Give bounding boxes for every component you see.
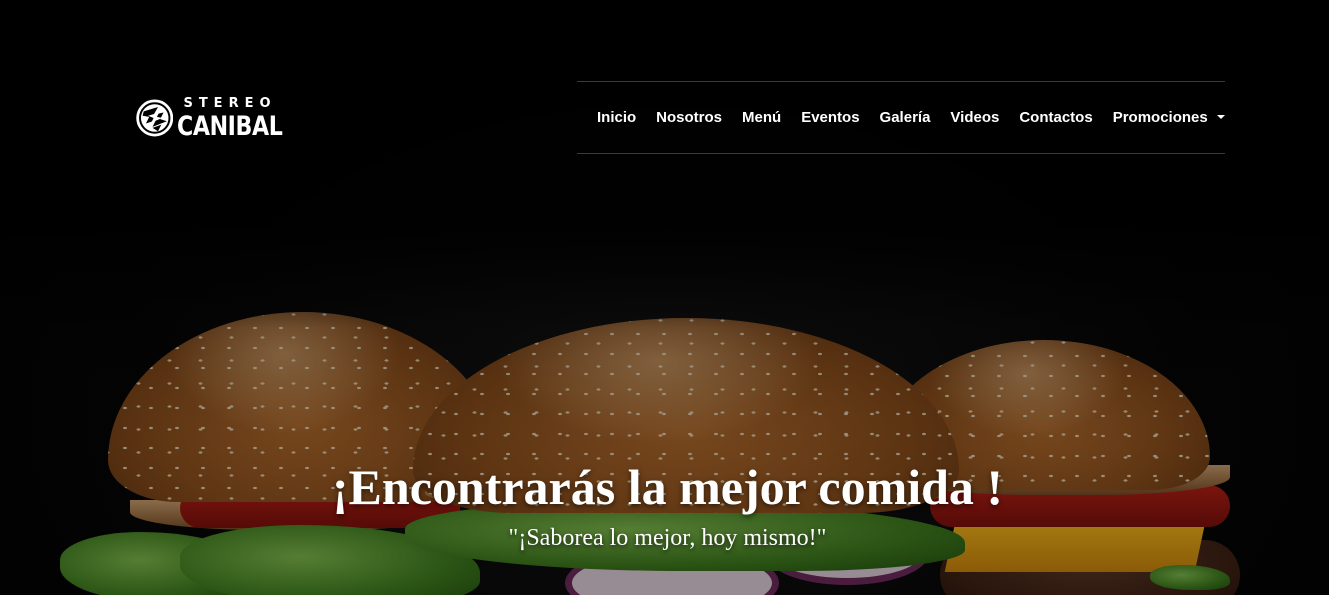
main-nav: Inicio Nosotros Menú Eventos Galería Vid… <box>577 81 1225 154</box>
nav-item-videos[interactable]: Videos <box>940 109 1009 126</box>
nav-item-promociones[interactable]: Promociones <box>1103 109 1235 126</box>
nav-item-inicio[interactable]: Inicio <box>587 109 646 126</box>
chevron-down-icon <box>1216 114 1225 119</box>
nav-item-eventos[interactable]: Eventos <box>791 109 869 126</box>
nav-item-nosotros[interactable]: Nosotros <box>646 109 732 126</box>
hero-title: ¡Encontrarás la mejor comida ! <box>331 459 1004 515</box>
brand-name-bottom: CANIBAL <box>177 110 283 142</box>
brand-logo-icon <box>136 99 174 137</box>
nav-item-galeria[interactable]: Galería <box>870 109 941 126</box>
nav-item-promociones-label: Promociones <box>1112 109 1208 126</box>
hero-subtitle: "¡Saborea lo mejor, hoy mismo!" <box>508 525 827 551</box>
nav-item-contactos[interactable]: Contactos <box>1009 109 1102 126</box>
page: STEREO CANIBAL Inicio Nosotros Menú Even… <box>0 0 1329 595</box>
brand-name-top: STEREO <box>183 95 277 111</box>
brand-logo[interactable]: STEREO CANIBAL <box>136 82 306 154</box>
nav-item-menu[interactable]: Menú <box>732 109 791 126</box>
